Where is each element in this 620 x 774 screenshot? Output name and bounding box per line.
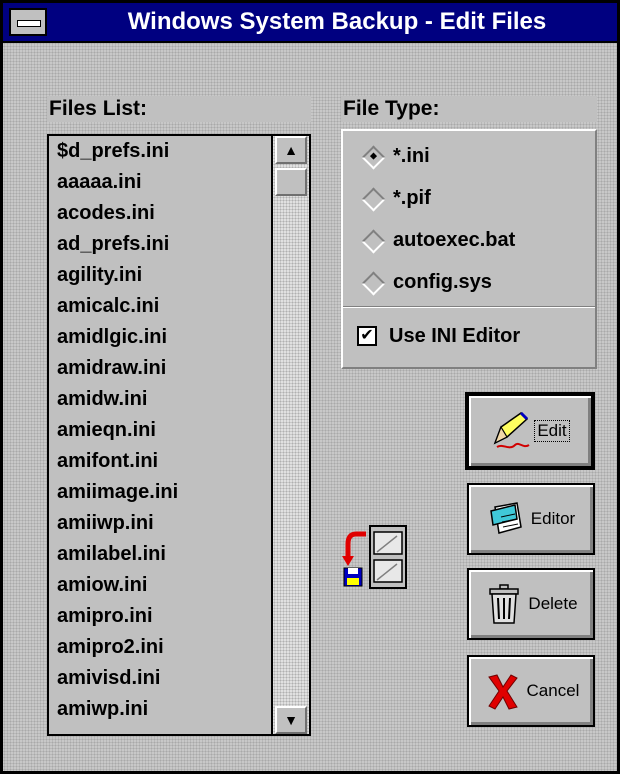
files-scrollbar[interactable]: ▲ ▼ [271, 136, 309, 734]
file-type-group: *.ini *.pif autoexec.bat config.sys ✔ Us… [341, 129, 597, 369]
trash-can-icon [489, 584, 520, 624]
radio-empty-icon [361, 187, 386, 212]
list-item[interactable]: ad_prefs.ini [49, 229, 269, 260]
list-item[interactable]: amieqn.ini [49, 415, 269, 446]
delete-button-label: Delete [528, 594, 578, 613]
system-menu-button[interactable] [9, 8, 47, 36]
file-type-label: File Type: [341, 96, 597, 122]
list-item[interactable]: amicalc.ini [49, 291, 269, 322]
list-item[interactable]: amiiwp.ini [49, 508, 269, 539]
list-item[interactable]: acodes.ini [49, 198, 269, 229]
files-list-label: Files List: [47, 96, 311, 122]
list-item[interactable]: amidlgic.ini [49, 322, 269, 353]
system-menu-icon [17, 20, 41, 27]
radio-empty-icon [361, 229, 386, 254]
checkmark-icon: ✔ [357, 326, 377, 346]
window-title: Windows System Backup - Edit Files [127, 8, 547, 35]
scroll-up-button[interactable]: ▲ [275, 136, 307, 164]
red-x-icon [487, 674, 518, 710]
list-item[interactable]: amilabel.ini [49, 539, 269, 570]
notepad-icon [489, 502, 522, 534]
scroll-thumb[interactable] [275, 168, 307, 196]
list-item[interactable]: amiwp.ini [49, 694, 269, 725]
list-item[interactable]: amifont.ini [49, 446, 269, 477]
list-item[interactable]: agility.ini [49, 260, 269, 291]
list-item[interactable]: amiimage.ini [49, 477, 269, 508]
edit-files-window: Windows System Backup - Edit Files Files… [0, 0, 620, 774]
cancel-button[interactable]: Cancel [467, 655, 595, 727]
list-item[interactable]: amidw.ini [49, 384, 269, 415]
divider [343, 306, 595, 308]
delete-button[interactable]: Delete [467, 568, 595, 640]
title-bar: Windows System Backup - Edit Files [3, 3, 617, 43]
list-item[interactable]: amidraw.ini [49, 353, 269, 384]
list-item[interactable]: amipro.ini [49, 601, 269, 632]
radio-selected-icon [361, 145, 386, 170]
edit-button-label: Edit [534, 420, 570, 442]
edit-button[interactable]: Edit [465, 392, 595, 470]
files-list-items: $d_prefs.ini aaaaa.ini acodes.ini ad_prefs.… [49, 136, 269, 734]
editor-button[interactable]: Editor [467, 483, 595, 555]
list-item[interactable]: amiow.ini [49, 570, 269, 601]
list-item[interactable]: $d_prefs.ini [49, 136, 269, 167]
scroll-down-button[interactable]: ▼ [275, 706, 307, 734]
editor-button-label: Editor [530, 509, 576, 528]
backup-restore-icon [342, 525, 407, 589]
list-item[interactable]: amipro2.ini [49, 632, 269, 663]
list-item[interactable]: amivisd.ini [49, 663, 269, 694]
pencil-icon [493, 411, 530, 449]
list-item[interactable]: aaaaa.ini [49, 167, 269, 198]
cancel-button-label: Cancel [526, 681, 580, 700]
files-listbox[interactable]: $d_prefs.ini aaaaa.ini acodes.ini ad_prefs.… [47, 134, 311, 736]
arrow-down-icon: ▼ [284, 712, 298, 728]
radio-empty-icon [361, 271, 386, 296]
arrow-up-icon: ▲ [284, 142, 298, 158]
